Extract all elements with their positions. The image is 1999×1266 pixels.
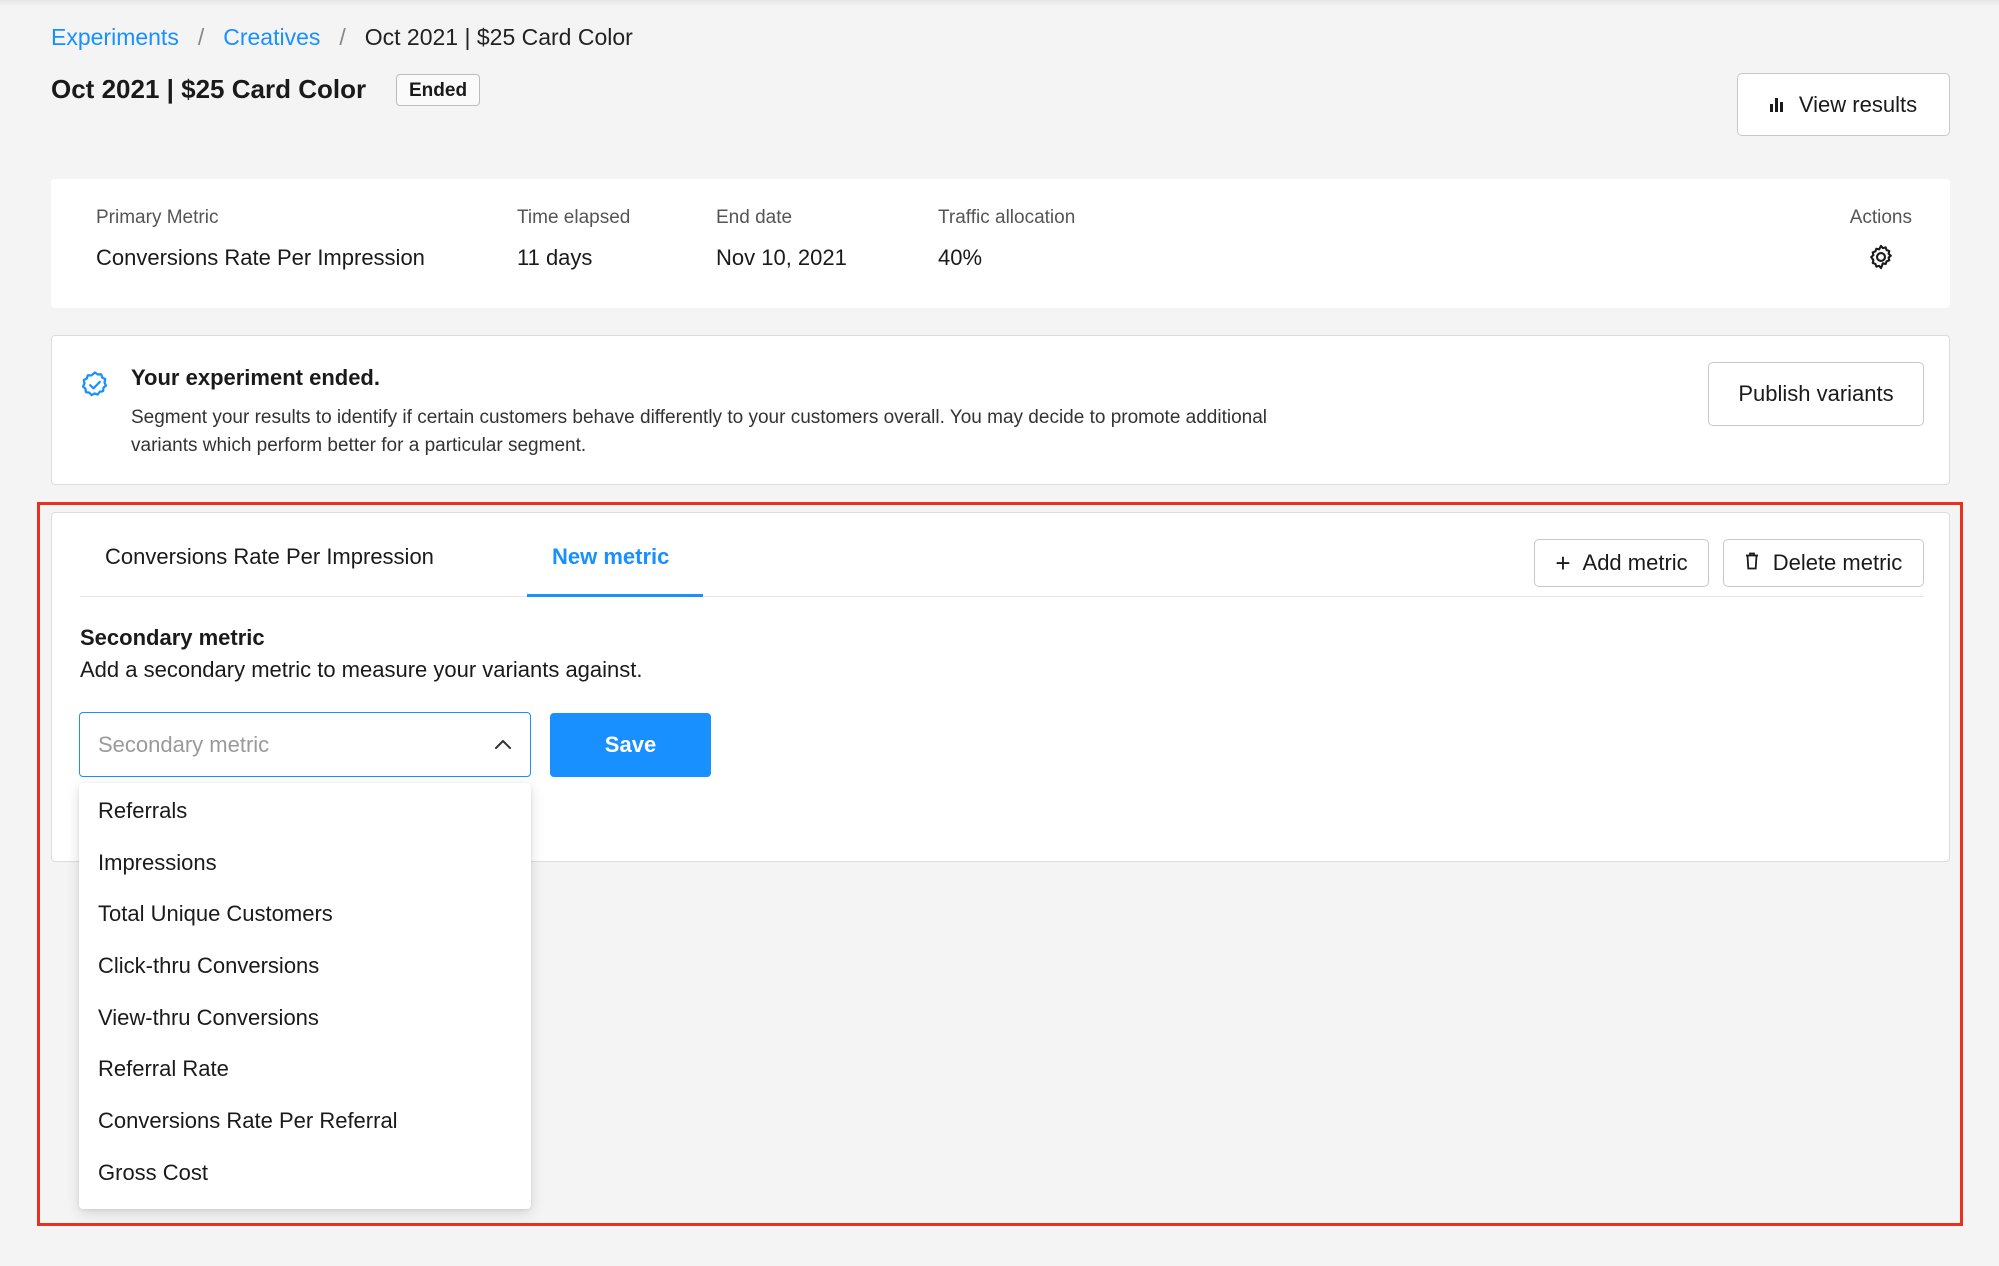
experiment-summary-card: Primary Metric Conversions Rate Per Impr…	[51, 179, 1950, 308]
actions-label: Actions	[1849, 207, 1912, 228]
time-elapsed-label: Time elapsed	[517, 207, 631, 228]
time-elapsed-field: Time elapsed 11 days	[517, 207, 630, 271]
breadcrumb: Experiments / Creatives / Oct 2021 | $25…	[51, 24, 633, 51]
breadcrumb-current: Oct 2021 | $25 Card Color	[364, 24, 633, 50]
time-elapsed-value: 11 days	[517, 245, 593, 270]
check-badge-icon	[80, 370, 110, 405]
status-badge: Ended	[396, 74, 481, 106]
end-date-value: Nov 10, 2021	[716, 245, 847, 270]
primary-metric-value: Conversions Rate Per Impression	[96, 245, 425, 270]
gear-icon[interactable]	[1867, 243, 1895, 276]
breadcrumb-separator: /	[339, 24, 346, 50]
traffic-allocation-field: Traffic allocation 40%	[938, 207, 1075, 271]
highlight-annotation-frame	[37, 502, 1963, 1226]
top-shadow	[0, 0, 1999, 6]
experiment-ended-alert: Your experiment ended. Segment your resu…	[51, 335, 1950, 485]
view-results-label: View results	[1798, 91, 1918, 117]
alert-body: Segment your results to identify if cert…	[131, 407, 1268, 456]
breadcrumb-link-experiments[interactable]: Experiments	[51, 24, 179, 51]
view-results-button[interactable]: View results	[1737, 73, 1950, 136]
publish-variants-button[interactable]: Publish variants	[1708, 362, 1924, 426]
end-date-field: End date Nov 10, 2021	[716, 207, 847, 271]
breadcrumb-separator: /	[197, 24, 205, 50]
alert-title: Your experiment ended.	[131, 365, 380, 390]
page-title: Oct 2021 | $25 Card Color	[51, 74, 367, 104]
traffic-allocation-label: Traffic allocation	[938, 207, 1076, 228]
traffic-allocation-value: 40%	[938, 245, 983, 270]
end-date-label: End date	[716, 207, 793, 228]
actions-field: Actions	[1850, 207, 1912, 276]
bar-chart-icon	[1769, 97, 1783, 112]
breadcrumb-link-creatives[interactable]: Creatives	[223, 24, 320, 51]
primary-metric-field: Primary Metric Conversions Rate Per Impr…	[96, 207, 425, 271]
primary-metric-label: Primary Metric	[96, 207, 219, 228]
